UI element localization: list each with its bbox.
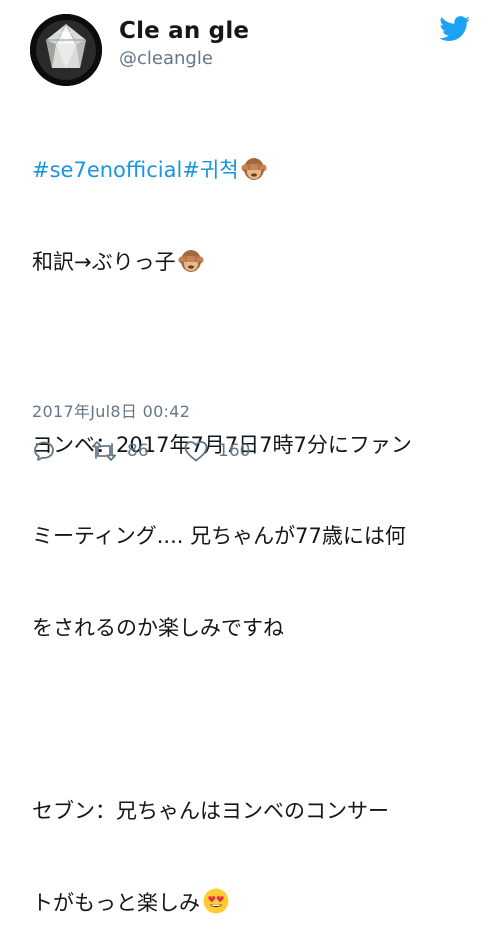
tweet-line-blank-1	[32, 338, 482, 369]
reply-button[interactable]	[32, 438, 56, 464]
retweet-icon	[91, 441, 117, 461]
tweet-line-1: #se7enofficial#귀척	[32, 155, 482, 186]
tweet-actions: 86 160	[32, 438, 332, 464]
retweet-button[interactable]: 86	[90, 438, 149, 464]
tweet-line-6: をされるのか楽しみですね	[32, 615, 284, 640]
avatar[interactable]	[30, 14, 102, 86]
display-name[interactable]: Cle an gle	[119, 18, 249, 44]
tweet-line-8: セブン：兄ちゃんはヨンベのコンサー	[32, 798, 389, 823]
see-no-evil-monkey-icon	[240, 156, 267, 191]
tweet-card: Cle an gle @cleangle #se7enofficial#귀척 和…	[0, 0, 500, 915]
tweet-line-9: トがもっと楽しみ	[32, 887, 482, 918]
reply-icon	[34, 441, 54, 461]
tweet-line-blank-2	[32, 704, 482, 735]
tweet-line-5: ミーティング.... 兄ちゃんが77歳には何	[32, 524, 406, 548]
heart-eyes-face-icon	[202, 887, 230, 924]
tweet-text-last: トがもっと楽しみ	[32, 891, 200, 915]
tweet-timestamp[interactable]: 2017年Jul8日 00:42	[32, 398, 190, 422]
tweet-text-translation: 和訳→ぶりっ子	[32, 249, 176, 274]
tweet-text: #se7enofficial#귀척 和訳→ぶりっ子 ヨンベ：2017年7月7日7…	[32, 94, 482, 952]
hashtag-gwicheok[interactable]: #귀척	[182, 158, 238, 182]
diamond-avatar-image	[30, 14, 102, 86]
twitter-bird-icon[interactable]	[439, 16, 471, 42]
heart-icon	[184, 441, 208, 462]
user-handle[interactable]: @cleangle	[119, 48, 213, 69]
tweet-line-2: 和訳→ぶりっ子	[32, 247, 482, 278]
see-no-evil-monkey-icon	[178, 248, 204, 283]
like-count: 160	[218, 441, 251, 461]
retweet-count: 86	[127, 441, 149, 461]
hashtag-se7enofficial[interactable]: #se7enofficial	[32, 158, 182, 182]
like-button[interactable]: 160	[183, 438, 250, 464]
